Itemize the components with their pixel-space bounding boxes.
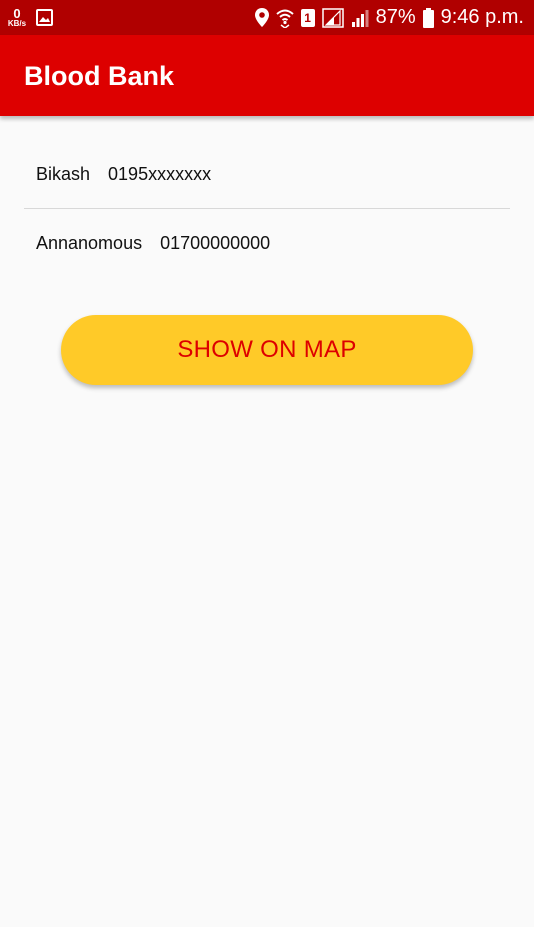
data-speed-unit: KB/s — [7, 19, 27, 28]
donor-phone: 01700000000 — [160, 233, 271, 253]
status-bar: 0 KB/s 1 87% 9:46 p.m. — [0, 0, 534, 35]
clock: 9:46 p.m. — [440, 6, 524, 28]
app-title: Blood Bank — [24, 61, 175, 91]
donor-phone: 0195xxxxxxx — [108, 163, 212, 184]
show-on-map-label: SHOW ON MAP — [177, 336, 357, 363]
signal-icon — [351, 9, 369, 27]
status-bar-right: 1 87% 9:46 p.m. — [254, 0, 524, 35]
sim-slot-number: 1 — [304, 10, 311, 25]
battery-percentage: 87% — [375, 6, 416, 28]
donor-list: Bikash 0195xxxxxxx Annanomous 0170000000… — [24, 140, 510, 278]
location-icon — [254, 8, 269, 27]
wifi-icon — [275, 8, 294, 28]
status-bar-left: 0 KB/s — [6, 0, 53, 35]
app-bar: Blood Bank — [0, 35, 534, 116]
donor-name: Annanomous — [36, 233, 143, 253]
signal-icon — [321, 7, 344, 28]
show-on-map-button[interactable]: SHOW ON MAP — [61, 315, 473, 385]
list-item[interactable]: Bikash 0195xxxxxxx — [24, 140, 510, 209]
gallery-icon — [36, 9, 53, 26]
donor-name: Bikash — [36, 163, 91, 184]
data-speed-icon: 0 KB/s — [6, 7, 28, 28]
list-item[interactable]: Annanomous 01700000000 — [24, 209, 510, 278]
battery-icon — [422, 7, 434, 28]
sim-icon: 1 — [300, 8, 315, 27]
